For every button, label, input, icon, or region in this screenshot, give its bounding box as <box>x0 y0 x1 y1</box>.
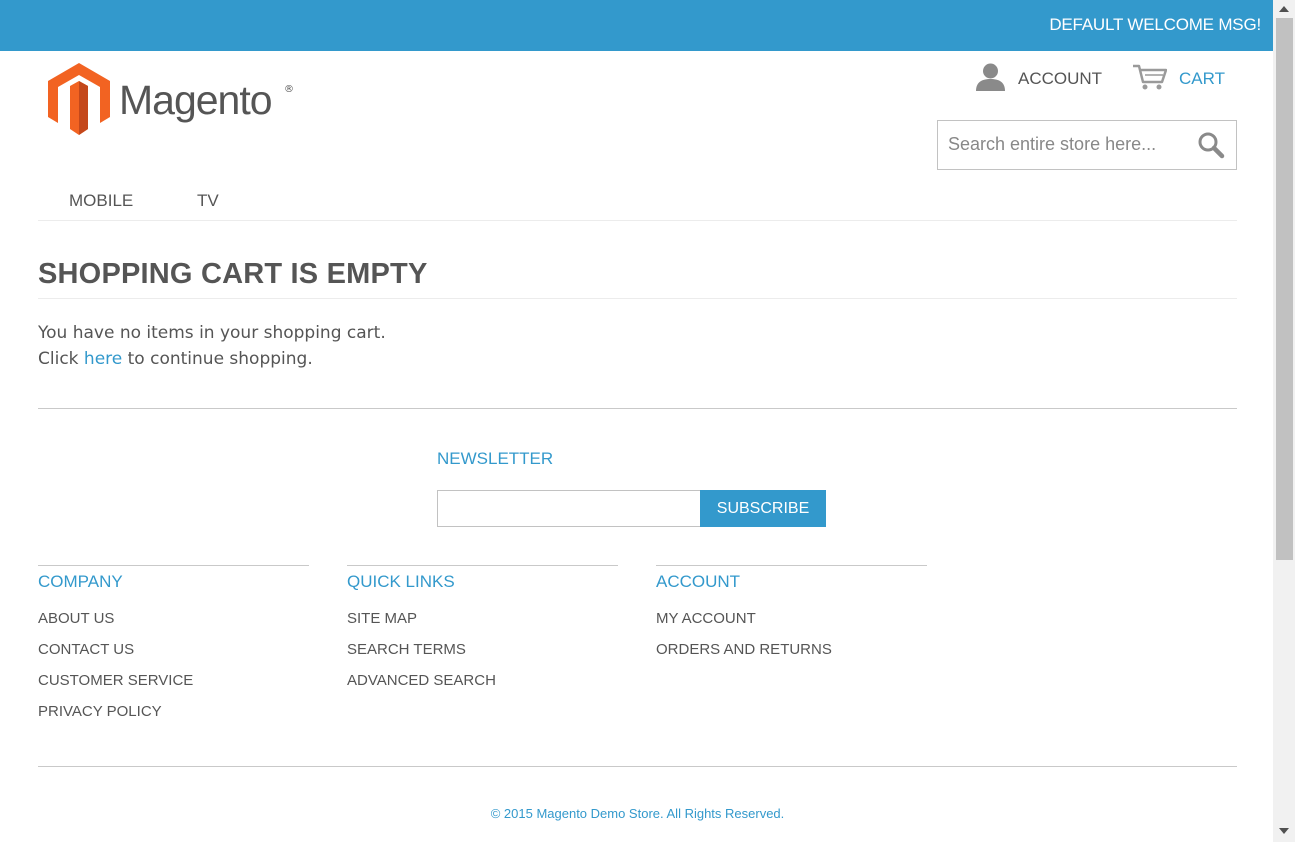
content-divider <box>38 408 1237 409</box>
footer-column-title: ACCOUNT <box>656 572 741 591</box>
footer-link-orders-and-returns[interactable]: ORDERS AND RETURNS <box>656 641 832 658</box>
footer-link-customer-service[interactable]: CUSTOMER SERVICE <box>38 672 193 689</box>
subscribe-button[interactable]: SUBSCRIBE <box>700 490 826 527</box>
nav-item-mobile[interactable]: MOBILE <box>69 191 133 211</box>
continue-shopping-line: Click here to continue shopping. <box>38 346 386 372</box>
account-label: ACCOUNT <box>1018 69 1103 88</box>
nav-item-tv[interactable]: TV <box>197 191 219 211</box>
logo-wordmark[interactable]: Magento <box>119 77 273 124</box>
copyright-text: © 2015 Magento Demo Store. All Rights Re… <box>490 806 785 821</box>
footer-link-advanced-search[interactable]: ADVANCED SEARCH <box>347 672 496 689</box>
footer-column-account: ACCOUNT MY ACCOUNT ORDERS AND RETURNS <box>656 565 927 658</box>
search-input[interactable] <box>939 122 1193 166</box>
continue-shopping-link[interactable]: here <box>84 349 122 369</box>
account-link[interactable]: ACCOUNT <box>975 63 1103 95</box>
footer-column-title: QUICK LINKS <box>347 572 455 591</box>
empty-cart-message: You have no items in your shopping cart.… <box>38 320 386 372</box>
cart-link[interactable]: CART <box>1132 64 1225 94</box>
magento-logo-icon[interactable] <box>48 63 110 139</box>
page-title: SHOPPING CART IS EMPTY <box>38 258 428 290</box>
footer-link-search-terms[interactable]: SEARCH TERMS <box>347 641 466 658</box>
main-navigation: MOBILE TV <box>38 186 1237 221</box>
logo-registered-mark: ® <box>284 84 294 95</box>
footer-column-quick-links: QUICK LINKS SITE MAP SEARCH TERMS ADVANC… <box>347 565 618 689</box>
title-divider <box>38 298 1237 299</box>
continue-prefix: Click <box>38 349 84 369</box>
footer-column-company: COMPANY ABOUT US CONTACT US CUSTOMER SER… <box>38 565 309 720</box>
footer-link-site-map[interactable]: SITE MAP <box>347 610 417 627</box>
empty-cart-text: You have no items in your shopping cart. <box>38 323 386 343</box>
footer-link-my-account[interactable]: MY ACCOUNT <box>656 610 756 627</box>
footer-link-about-us[interactable]: ABOUT US <box>38 610 114 627</box>
scroll-up-arrow-icon[interactable] <box>1279 6 1289 12</box>
search-box <box>937 120 1237 170</box>
cart-label: CART <box>1179 69 1225 88</box>
footer-link-privacy-policy[interactable]: PRIVACY POLICY <box>38 703 162 720</box>
top-bar: DEFAULT WELCOME MSG! <box>0 0 1273 51</box>
newsletter-title: NEWSLETTER <box>437 449 554 468</box>
footer-link-contact-us[interactable]: CONTACT US <box>38 641 134 658</box>
scrollbar-thumb[interactable] <box>1276 18 1293 560</box>
newsletter-email-input[interactable] <box>437 490 701 527</box>
footer-column-title: COMPANY <box>38 572 123 591</box>
scroll-down-arrow-icon[interactable] <box>1279 828 1289 834</box>
continue-suffix: to continue shopping. <box>122 349 313 369</box>
search-icon[interactable] <box>1197 131 1225 159</box>
footer-divider <box>38 766 1237 767</box>
user-icon <box>975 63 1006 95</box>
welcome-message: DEFAULT WELCOME MSG! <box>1049 15 1261 34</box>
cart-icon <box>1132 63 1168 95</box>
